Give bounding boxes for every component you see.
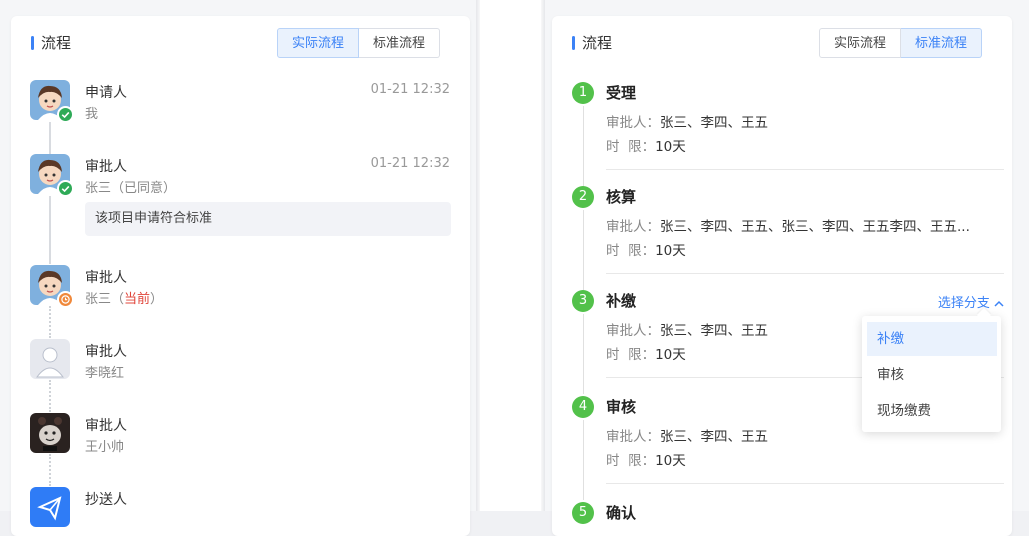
step-number: 4 <box>572 396 594 418</box>
branch-option-review[interactable]: 审核 <box>867 358 997 392</box>
branch-option-onsite-payment[interactable]: 现场缴费 <box>867 394 997 428</box>
flow-item-applicant: 申请人 我 01-21 12:32 <box>30 80 450 140</box>
item-time: 01-21 12:32 <box>370 156 450 171</box>
avatar <box>30 487 70 527</box>
step-title: 核算 <box>606 188 637 206</box>
flow-item-approver-3: 审批人 王小帅 <box>30 413 450 463</box>
flow-item-approver-1: 审批人 张三（已同意） 01-21 12:32 该项目申请符合标准 <box>30 154 451 244</box>
tab-actual-flow[interactable]: 实际流程 <box>277 28 360 58</box>
step-approvers: 审批人：张三、李四、王五 <box>606 323 768 339</box>
item-role: 申请人 <box>85 85 127 101</box>
avatar <box>30 339 70 379</box>
avatar <box>30 413 70 453</box>
approved-check-icon <box>57 106 74 123</box>
step-1: 1 受理 审批人：张三、李四、王五 时 限：10天 <box>572 82 1004 172</box>
item-person: 张三（当前） <box>85 292 164 307</box>
step-number: 2 <box>572 186 594 208</box>
step-title: 确认 <box>606 504 637 522</box>
flow-item-approver-2: 审批人 李晓红 <box>30 339 450 389</box>
select-branch-button[interactable]: 选择分支 <box>938 292 1004 311</box>
chevron-up-icon <box>994 296 1004 311</box>
item-role: 审批人 <box>85 344 127 360</box>
card-title: 流程 <box>31 34 71 52</box>
step-limit: 时 限：10天 <box>606 139 686 155</box>
step-2: 2 核算 审批人：张三、李四、王五、张三、李四、王五李四、王五... 时 限：1… <box>572 186 1004 276</box>
pending-clock-icon <box>57 291 74 308</box>
item-person: 张三（已同意） <box>85 181 177 196</box>
card-title: 流程 <box>572 34 612 52</box>
step-number: 5 <box>572 502 594 524</box>
branch-option-supplement[interactable]: 补缴 <box>867 322 997 356</box>
step-number: 3 <box>572 290 594 312</box>
branch-dropdown: 补缴 审核 现场缴费 <box>862 316 1001 432</box>
item-role: 抄送人 <box>85 492 127 508</box>
current-tag: 当前 <box>124 292 151 307</box>
item-person: 王小帅 <box>85 440 125 455</box>
item-role: 审批人 <box>85 418 127 434</box>
avatar <box>30 80 74 123</box>
flow-item-approver-current: 审批人 张三（当前） <box>30 265 450 315</box>
approved-check-icon <box>57 180 74 197</box>
step-limit: 时 限：10天 <box>606 243 686 259</box>
flow-tabs: 实际流程 标准流程 <box>819 28 983 58</box>
step-title: 受理 <box>606 84 637 102</box>
step-limit: 时 限：10天 <box>606 453 686 469</box>
actual-flow-card: 流程 实际流程 标准流程 申请人 我 01-21 12:32 审批人 张三（已同… <box>11 16 470 536</box>
item-time: 01-21 12:32 <box>370 82 450 97</box>
standard-flow-card: 流程 实际流程 标准流程 1 受理 审批人：张三、李四、王五 时 限：10天 2… <box>552 16 1012 536</box>
item-role: 审批人 <box>85 270 127 286</box>
avatar <box>30 265 74 308</box>
step-title: 审核 <box>606 398 637 416</box>
step-5: 5 确认 <box>572 502 1004 536</box>
tab-standard-flow[interactable]: 标准流程 <box>901 28 983 58</box>
approval-comment: 该项目申请符合标准 <box>85 202 451 236</box>
avatar <box>30 154 74 197</box>
step-approvers: 审批人：张三、李四、王五 <box>606 429 768 445</box>
item-person: 我 <box>85 107 99 122</box>
step-number: 1 <box>572 82 594 104</box>
step-approvers: 审批人：张三、李四、王五 <box>606 115 768 131</box>
item-role: 审批人 <box>85 159 127 175</box>
item-person: 李晓红 <box>85 366 125 381</box>
tab-standard-flow[interactable]: 标准流程 <box>359 28 441 58</box>
flow-item-cc: 抄送人 <box>30 487 450 536</box>
step-title: 补缴 <box>606 292 637 310</box>
flow-tabs: 实际流程 标准流程 <box>277 28 441 58</box>
tab-actual-flow[interactable]: 实际流程 <box>819 28 902 58</box>
step-limit: 时 限：10天 <box>606 347 686 363</box>
step-approvers: 审批人：张三、李四、王五、张三、李四、王五李四、王五... <box>606 219 970 235</box>
